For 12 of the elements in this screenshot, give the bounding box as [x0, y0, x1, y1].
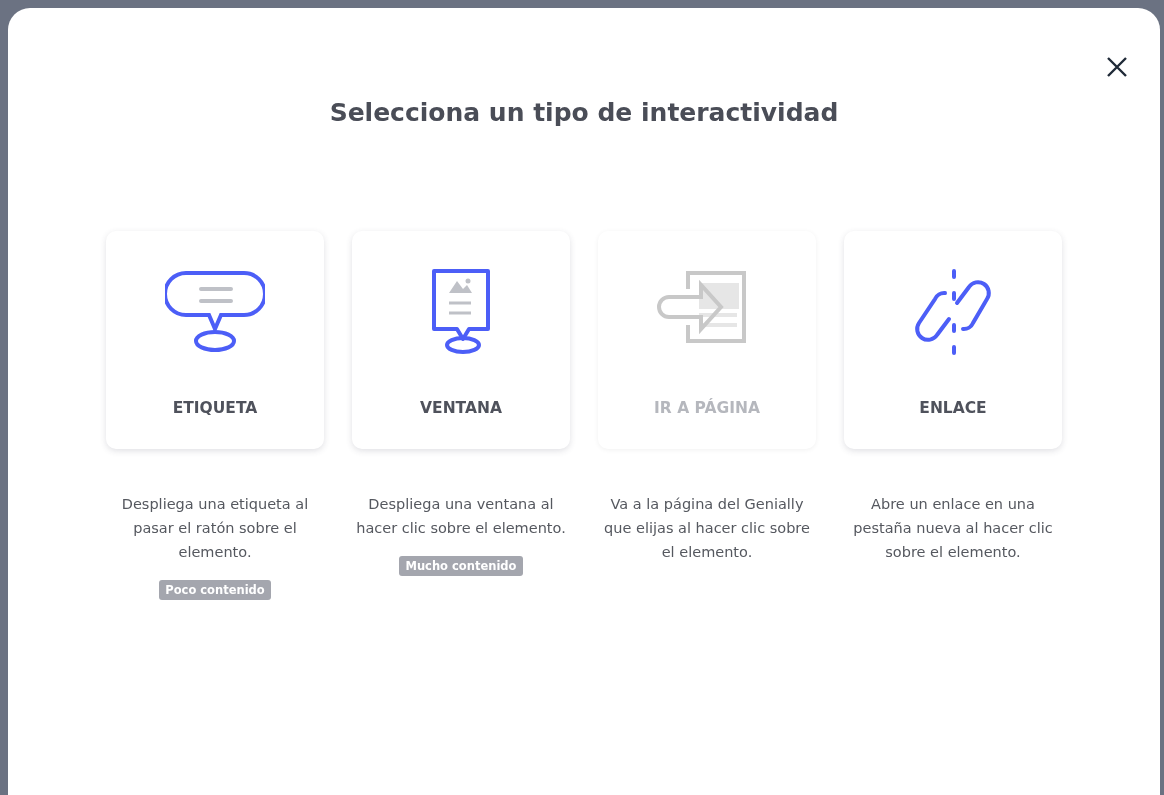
dialog-title: Selecciona un tipo de interactividad	[329, 98, 839, 127]
option-description: Despliega una etiqueta al pasar el ratón sobre el elemento.	[120, 495, 310, 562]
speech-bubble-icon	[165, 269, 265, 355]
option-description: Abre un enlace en una pestaña nueva al hacer clic sobre el elemento.	[852, 495, 1054, 562]
content-tag: Poco contenido	[159, 580, 271, 600]
option-description: Despliega una ventana al hacer clic sobre el elemento.	[355, 495, 567, 538]
close-icon	[1106, 56, 1128, 78]
option-card[interactable]: ENLACE	[844, 231, 1062, 449]
option-card[interactable]: VENTANA	[352, 231, 570, 449]
option-card[interactable]: ETIQUETA	[106, 231, 324, 449]
content-tag: Mucho contenido	[399, 556, 523, 576]
option-description: Va a la página del Genially que elijas al hacer clic sobre el elemento.	[603, 495, 811, 562]
